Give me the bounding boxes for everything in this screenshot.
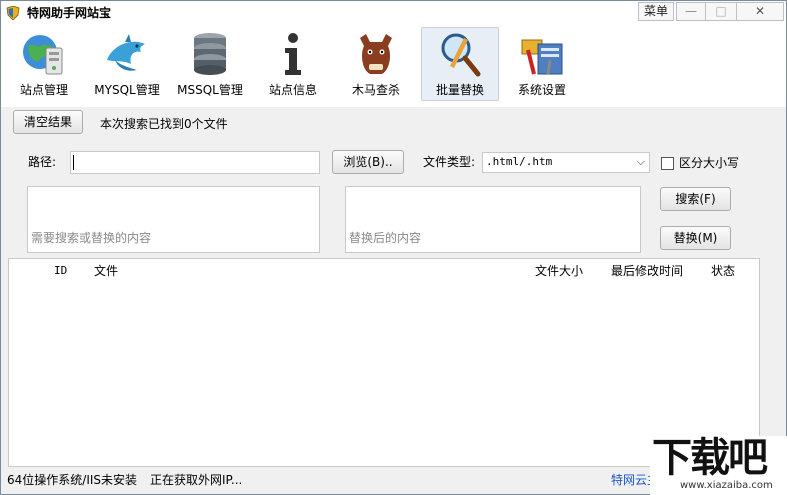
search-button[interactable]: 搜索(F) [660, 187, 731, 211]
toolbar-label: 系统设置 [517, 83, 566, 97]
column-header-size[interactable]: 文件大小 [535, 264, 583, 278]
toolbar-item-trojan-scan[interactable]: 木马查杀 [338, 28, 414, 100]
toolbar-item-site-management[interactable]: 站点管理 [6, 28, 82, 100]
toolbar-label: MSSQL管理 [177, 83, 243, 97]
ip-status: 正在获取外网IP... [150, 473, 243, 487]
magnifier-icon [441, 33, 481, 77]
toolbar-label: 站点信息 [268, 83, 317, 97]
toolbar-label: 批量替换 [435, 83, 484, 97]
file-type-select[interactable]: .html/.htm ⌵ [482, 152, 650, 173]
column-header-file[interactable]: 文件 [94, 264, 118, 278]
column-header-modified[interactable]: 最后修改时间 [611, 264, 683, 278]
toolbar-item-system-settings[interactable]: 系统设置 [504, 28, 580, 100]
toolbar-label: 木马查杀 [351, 83, 400, 97]
clear-results-button[interactable]: 清空结果 [13, 110, 83, 134]
database-stack-icon [194, 33, 226, 75]
shield-logo-icon [6, 6, 20, 20]
toolbar-item-batch-replace[interactable]: 批量替换 [421, 27, 499, 101]
chevron-down-icon: ⌵ [636, 155, 645, 168]
toolbar-label: MYSQL管理 [94, 83, 160, 97]
replace-content-textarea[interactable]: 替换后的内容 [345, 186, 641, 253]
horse-icon [360, 34, 392, 74]
column-header-status[interactable]: 状态 [711, 264, 735, 278]
app-window: 特网助手网站宝 菜单 — □ ✕ 站点管理 MYSQL管理 MSSQL管理 站点… [0, 0, 787, 495]
close-button[interactable]: ✕ [736, 2, 784, 21]
replace-button[interactable]: 替换(M) [660, 226, 731, 250]
path-input[interactable] [70, 151, 320, 174]
minimize-button[interactable]: — [676, 2, 706, 21]
toolbar-item-site-info[interactable]: 站点信息 [255, 28, 331, 100]
toolbar-label: 站点管理 [19, 83, 68, 97]
browse-button[interactable]: 浏览(B).. [332, 150, 404, 174]
case-sensitive-label: 区分大小写 [679, 156, 740, 170]
path-label: 路径: [28, 155, 57, 169]
info-icon [285, 33, 301, 75]
replace-placeholder: 替换后的内容 [349, 231, 422, 245]
system-status: 64位操作系统/IIS未安装 [7, 473, 138, 487]
mysql-dolphin-icon [107, 34, 145, 71]
main-toolbar: 站点管理 MYSQL管理 MSSQL管理 站点信息 木马查杀 批量替换 系统设置 [1, 25, 786, 107]
file-type-label: 文件类型: [423, 155, 476, 169]
search-content-textarea[interactable]: 需要搜索或替换的内容 [27, 186, 320, 253]
window-title: 特网助手网站宝 [27, 6, 112, 20]
search-result-summary: 本次搜索已找到0个文件 [100, 117, 228, 131]
case-sensitive-checkbox[interactable] [661, 157, 674, 170]
watermark-url: www.xiazaiba.com [680, 480, 773, 491]
settings-tools-icon [521, 39, 563, 75]
column-header-id[interactable]: ID [54, 264, 67, 278]
toolbar-item-mysql[interactable]: MYSQL管理 [89, 28, 165, 100]
maximize-button[interactable]: □ [705, 2, 737, 21]
search-placeholder: 需要搜索或替换的内容 [31, 231, 152, 245]
text-cursor [73, 155, 74, 170]
toolbar-item-mssql[interactable]: MSSQL管理 [172, 28, 248, 100]
results-table[interactable]: ID 文件 文件大小 最后修改时间 状态 [8, 258, 760, 467]
menu-button[interactable]: 菜单 [638, 2, 674, 21]
globe-server-icon [23, 35, 63, 75]
watermark-text: 下载吧 [652, 435, 768, 481]
title-bar: 特网助手网站宝 菜单 — □ ✕ [1, 1, 786, 25]
watermark-logo: 下载吧 www.xiazaiba.com [650, 435, 787, 495]
file-type-value: .html/.htm [486, 155, 553, 168]
